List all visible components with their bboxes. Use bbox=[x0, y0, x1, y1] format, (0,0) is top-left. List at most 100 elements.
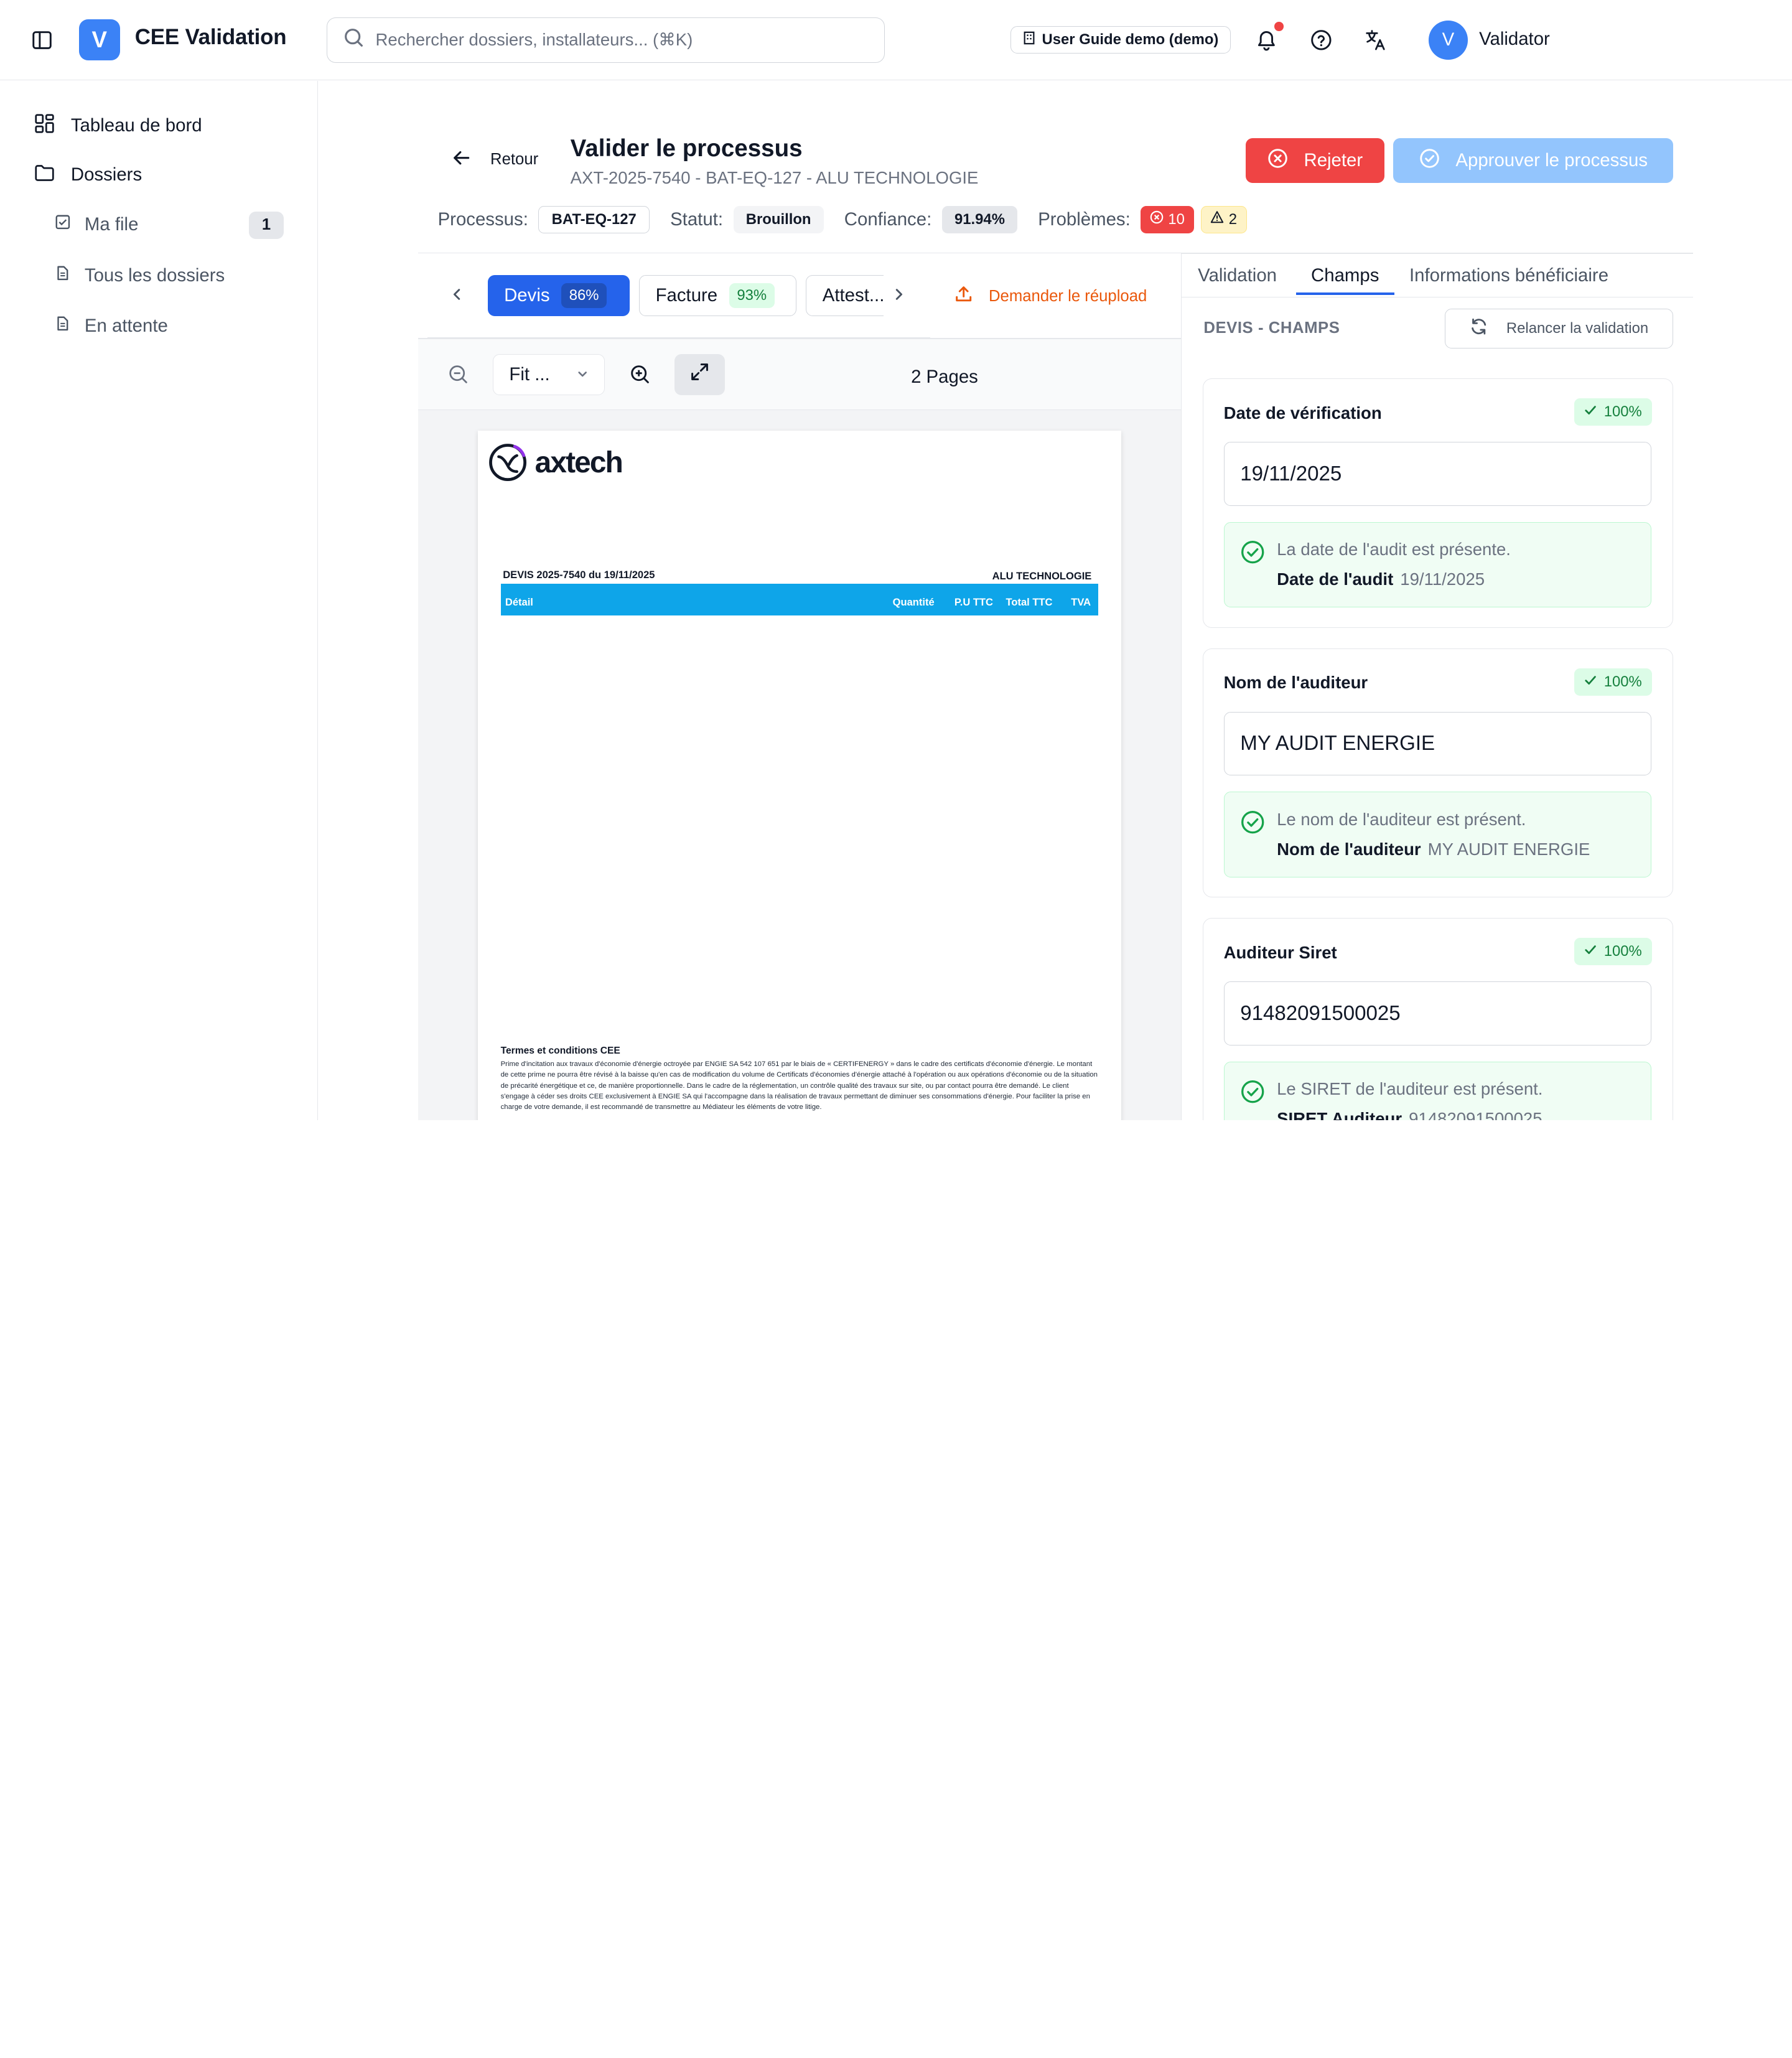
search-input[interactable] bbox=[375, 30, 856, 50]
terms-text: Prime d'incitation aux travaux d'économi… bbox=[500, 1060, 1098, 1111]
back-button[interactable]: Retour bbox=[452, 149, 538, 171]
zoom-select[interactable]: Fit ... bbox=[492, 353, 605, 395]
tab-validation[interactable]: Validation bbox=[1198, 265, 1277, 286]
building-icon bbox=[1022, 31, 1036, 49]
col-total: Total TTC bbox=[1006, 596, 1053, 609]
user-name[interactable]: Validator bbox=[1479, 29, 1550, 50]
viewer-toolbar: Fit ... 2 Pages bbox=[418, 339, 1181, 410]
reupload-label: Demander le réupload bbox=[988, 288, 1147, 306]
detail-label: Nom de l'auditeur bbox=[1277, 839, 1421, 859]
doc-tab-score: 93% bbox=[729, 283, 775, 309]
doc-tab-facture[interactable]: Facture 93% bbox=[638, 274, 797, 316]
refresh-icon bbox=[1470, 317, 1488, 340]
process-label: Processus: bbox=[437, 208, 528, 230]
help-icon[interactable] bbox=[1308, 26, 1335, 54]
sidebar-item-dossiers[interactable]: Dossiers bbox=[34, 162, 142, 188]
validation-detail: Date de l'audit 19/11/2025 bbox=[1277, 569, 1485, 589]
zoom-value: Fit ... bbox=[509, 363, 550, 385]
problems-label: Problèmes: bbox=[1038, 208, 1131, 230]
chevron-right-icon[interactable] bbox=[887, 283, 910, 306]
app-title: CEE Validation bbox=[134, 25, 287, 50]
approve-label: Approuver le processus bbox=[1455, 150, 1648, 171]
field-score-badge: 100% bbox=[1574, 398, 1653, 426]
sidebar-toggle-icon[interactable] bbox=[30, 27, 55, 52]
approve-button[interactable]: Approuver le processus bbox=[1393, 138, 1674, 183]
doc-tab-label: Attest... bbox=[822, 284, 884, 306]
warnings-badge[interactable]: 2 bbox=[1200, 205, 1247, 233]
user-guide-button[interactable]: User Guide demo (demo) bbox=[1010, 26, 1231, 54]
request-reupload-button[interactable]: Demander le réupload bbox=[954, 285, 1147, 307]
detail-label: Date de l'audit bbox=[1277, 569, 1394, 589]
fullscreen-button[interactable] bbox=[674, 353, 725, 395]
arrow-left-icon bbox=[452, 149, 470, 171]
sidebar-item-all-dossiers[interactable]: Tous les dossiers bbox=[55, 265, 283, 286]
chevron-down-icon bbox=[577, 364, 588, 385]
top-bar: V CEE Validation User Guide demo (demo) … bbox=[0, 0, 1792, 80]
field-value-input[interactable] bbox=[1223, 442, 1651, 506]
page-count: 2 Pages bbox=[911, 366, 978, 387]
document-viewer[interactable]: axtech DEVIS 2025-7540 du 19/11/2025 ALU… bbox=[418, 409, 1181, 1121]
field-label: Date de vérification bbox=[1223, 403, 1382, 423]
zoom-in-icon[interactable] bbox=[627, 361, 654, 388]
search-bar[interactable] bbox=[327, 17, 885, 63]
sidebar-item-label: Tous les dossiers bbox=[84, 265, 225, 286]
notification-dot bbox=[1274, 21, 1284, 31]
doc-tab-devis[interactable]: Devis 86% bbox=[488, 274, 630, 316]
field-score: 100% bbox=[1603, 943, 1642, 960]
field-card: Auditeur Siret 100% Le SIRET de l'audite… bbox=[1202, 918, 1674, 1121]
tab-beneficiary-info[interactable]: Informations bénéficiaire bbox=[1409, 265, 1608, 286]
checkbox-list-icon bbox=[55, 214, 71, 235]
sidebar-item-dashboard[interactable]: Tableau de bord bbox=[34, 113, 202, 139]
tab-fields[interactable]: Champs bbox=[1311, 265, 1379, 286]
upload-icon bbox=[954, 285, 973, 307]
page-subtitle: AXT-2025-7540 - BAT-EQ-127 - ALU TECHNOL… bbox=[570, 168, 979, 188]
field-card: Date de vérification 100% La date de l'a… bbox=[1202, 378, 1674, 628]
check-icon bbox=[1584, 673, 1597, 691]
document-panel: Devis 86% Facture 93% Attest... Demander… bbox=[418, 252, 1182, 1121]
check-circle-icon bbox=[1241, 1080, 1264, 1103]
doc-tab-attestation[interactable]: Attest... bbox=[806, 274, 884, 316]
relaunch-validation-button[interactable]: Relancer la validation bbox=[1444, 308, 1674, 349]
status-label: Statut: bbox=[670, 208, 724, 230]
sidebar-item-label: En attente bbox=[84, 316, 168, 336]
right-panel-tabs: Validation Champs Informations bénéficia… bbox=[1182, 254, 1693, 297]
detail-value: MY AUDIT ENERGIE bbox=[1427, 839, 1590, 859]
fields-heading: DEVIS - CHAMPS bbox=[1203, 319, 1340, 337]
col-detail: Détail bbox=[505, 596, 533, 609]
sidebar-item-label: Dossiers bbox=[70, 164, 142, 185]
doc-tab-label: Devis bbox=[504, 284, 550, 306]
dashboard-icon bbox=[34, 113, 55, 139]
col-tva: TVA bbox=[1071, 596, 1091, 609]
page-title: Valider le processus bbox=[570, 134, 803, 162]
check-circle-icon bbox=[1241, 810, 1264, 834]
validation-message: Le nom de l'auditeur est présent. bbox=[1277, 809, 1526, 829]
translate-icon[interactable] bbox=[1363, 26, 1390, 54]
file-icon bbox=[55, 265, 71, 286]
check-circle-icon bbox=[1419, 148, 1440, 174]
check-icon bbox=[1584, 943, 1597, 960]
field-value-input[interactable] bbox=[1223, 711, 1651, 776]
sidebar-item-my-queue[interactable]: Ma file 1 bbox=[55, 211, 284, 239]
app-root: V CEE Validation User Guide demo (demo) … bbox=[0, 0, 1792, 1121]
sidebar-item-pending[interactable]: En attente bbox=[55, 316, 283, 337]
chevron-left-icon[interactable] bbox=[446, 283, 469, 306]
process-meta-row: Processus: BAT-EQ-127 Statut: Brouillon … bbox=[437, 205, 1267, 233]
zoom-out-icon[interactable] bbox=[445, 361, 472, 388]
folder-icon bbox=[34, 162, 55, 188]
relaunch-label: Relancer la validation bbox=[1506, 320, 1649, 337]
reject-button[interactable]: Rejeter bbox=[1246, 138, 1384, 183]
active-tab-indicator bbox=[1296, 292, 1395, 295]
field-label: Nom de l'auditeur bbox=[1223, 673, 1368, 693]
queue-count-badge: 1 bbox=[249, 211, 284, 239]
field-score: 100% bbox=[1603, 673, 1642, 690]
check-circle-icon bbox=[1241, 541, 1264, 564]
x-circle-icon bbox=[1150, 210, 1164, 228]
validation-detail: Nom de l'auditeur MY AUDIT ENERGIE bbox=[1277, 840, 1590, 859]
document-tabs: Devis 86% Facture 93% Attest... bbox=[427, 253, 931, 338]
field-value-input[interactable] bbox=[1223, 981, 1651, 1045]
doc-tab-score: 86% bbox=[561, 283, 607, 309]
sidebar-item-label: Ma file bbox=[84, 213, 139, 235]
errors-badge[interactable]: 10 bbox=[1141, 205, 1194, 233]
status-badge: Brouillon bbox=[733, 205, 824, 233]
avatar[interactable]: V bbox=[1429, 21, 1468, 60]
